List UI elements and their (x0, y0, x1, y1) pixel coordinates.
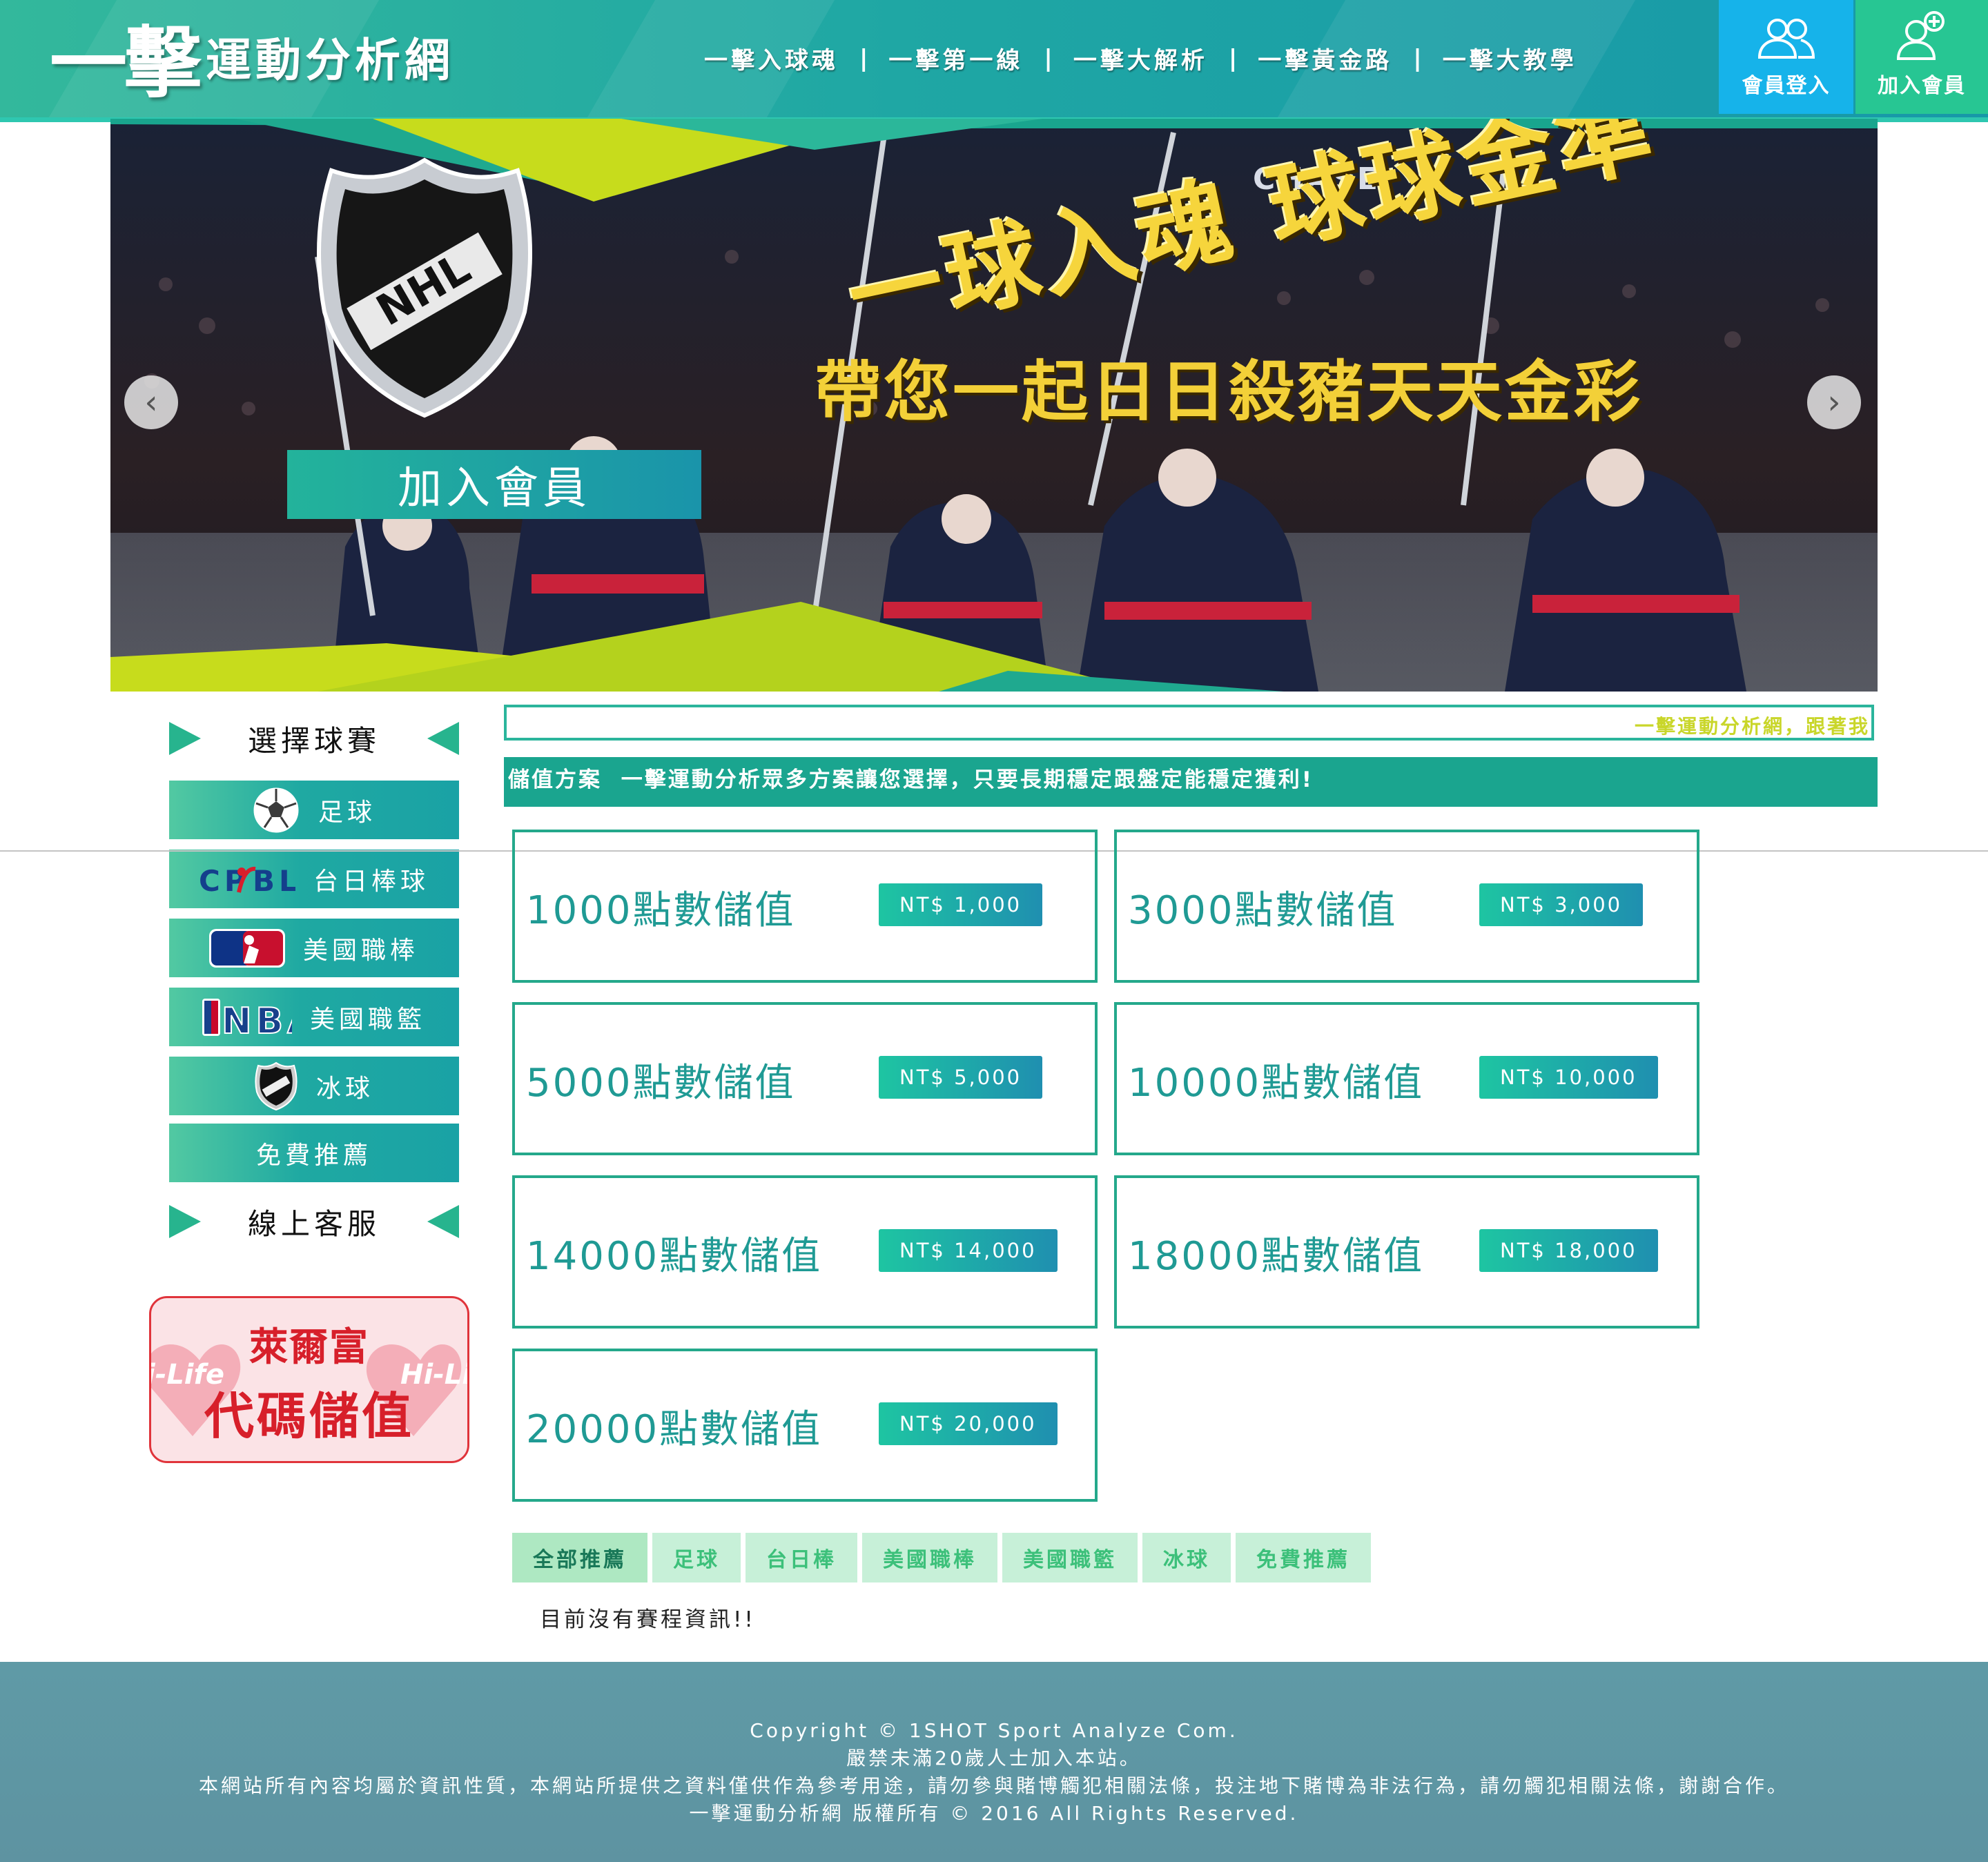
nav-separator: | (859, 44, 868, 72)
sidebar-item-soccer[interactable]: 足球 (169, 781, 459, 839)
plans-title: 儲值方案 (508, 767, 602, 792)
nhl-icon (254, 1061, 298, 1111)
triangle-right-icon (169, 1205, 201, 1238)
next-slide-icon[interactable]: › (1807, 375, 1861, 429)
plan-card-3000[interactable]: 3000點數儲值 NT$ 3,000 (1114, 830, 1699, 983)
sidebar-item-label: 足球 (318, 798, 376, 827)
sidebar-item-label: 台日棒球 (313, 867, 429, 896)
svg-text:NBA: NBA (222, 1001, 292, 1037)
plan-card-5000[interactable]: 5000點數儲值 NT$ 5,000 (512, 1002, 1098, 1155)
nav-link-analysis[interactable]: 一擊大解析 (1073, 41, 1208, 75)
join-member-label: 加入會員 (1878, 74, 1966, 98)
no-schedule-message: 目前沒有賽程資訊!! (540, 1607, 756, 1632)
svg-text:BL: BL (253, 864, 295, 896)
mlb-icon (208, 928, 285, 968)
plan-name: 20000點數儲值 (526, 1407, 823, 1452)
sidebar-item-label: 美國職籃 (309, 1005, 426, 1034)
plan-price-button[interactable]: NT$ 5,000 (879, 1056, 1043, 1099)
sidebar-item-nba[interactable]: NBA 美國職籃 (169, 988, 459, 1046)
tab-hockey[interactable]: 冰球 (1142, 1533, 1231, 1582)
plans-subtitle: 一擊運動分析眾多方案讓您選擇，只要長期穩定跟盤定能穩定獲利! (621, 767, 1314, 792)
sidebar-item-mlb[interactable]: 美國職棒 (169, 919, 459, 977)
footer-disclaimer: 本網站所有內容均屬於資訊性質，本網站所提供之資料僅供作為參考用途，請勿參與賭博觸… (198, 1774, 1789, 1797)
member-login-label: 會員登入 (1742, 74, 1831, 98)
sidebar-item-cpbl[interactable]: CP BL 台日棒球 (169, 850, 459, 908)
soccer-ball-icon (252, 786, 300, 834)
tab-all[interactable]: 全部推薦 (512, 1533, 647, 1582)
sidebar-item-hockey[interactable]: 冰球 (169, 1057, 459, 1115)
plan-price-button[interactable]: NT$ 3,000 (1479, 883, 1644, 926)
plan-card-10000[interactable]: 10000點數儲值 NT$ 10,000 (1114, 1002, 1699, 1155)
plan-name: 10000點數儲值 (1128, 1061, 1425, 1106)
footer-age-warning: 嚴禁未滿20歲人士加入本站。 (846, 1747, 1142, 1770)
hilife-topup-text: 代碼儲值 (204, 1387, 414, 1445)
nav-separator: | (1044, 44, 1053, 72)
plan-price-button[interactable]: NT$ 20,000 (879, 1402, 1058, 1445)
banner-join-button[interactable]: 加入會員 (287, 450, 701, 519)
plan-card-1000[interactable]: 1000點數儲值 NT$ 1,000 (512, 830, 1098, 983)
nav-link-front-line[interactable]: 一擊第一線 (888, 41, 1023, 75)
tab-cpbl[interactable]: 台日棒 (746, 1533, 857, 1582)
plan-name: 1000點數儲值 (526, 888, 796, 933)
select-game-title: 選擇球賽 (247, 723, 380, 758)
plan-price-button[interactable]: NT$ 14,000 (879, 1229, 1058, 1272)
tab-soccer[interactable]: 足球 (652, 1533, 741, 1582)
online-service-heading: 線上客服 (169, 1201, 459, 1242)
sidebar-item-label: 免費推薦 (255, 1141, 372, 1170)
prev-slide-icon[interactable]: ‹ (124, 375, 178, 429)
main-nav: 一擊入球魂 | 一擊第一線 | 一擊大解析 | 一擊黃金路 | 一擊大教學 (704, 41, 1577, 75)
plan-card-18000[interactable]: 18000點數儲值 NT$ 18,000 (1114, 1175, 1699, 1329)
plan-price-button[interactable]: NT$ 18,000 (1479, 1229, 1658, 1272)
plan-name: 18000點數儲值 (1128, 1234, 1425, 1279)
triangle-right-icon (169, 722, 201, 755)
plans-heading-bar: 儲值方案 一擊運動分析眾多方案讓您選擇，只要長期穩定跟盤定能穩定獲利! (504, 757, 1878, 807)
nav-link-tutorial[interactable]: 一擊大教學 (1443, 41, 1577, 75)
logo-text: 運動分析網 (206, 34, 454, 87)
sidebar-item-label: 美國職棒 (302, 936, 419, 965)
hero-banner: NHL CHASE 一球入魂 球球金準 帶您一起日日殺豬天天金彩 加入會員 ‹ … (110, 119, 1878, 692)
recommendation-tabs: 全部推薦 足球 台日棒 美國職棒 美國職籃 冰球 免費推薦 (512, 1533, 1376, 1582)
hilife-brand: 萊爾富 (249, 1325, 369, 1370)
tab-nba[interactable]: 美國職籃 (1002, 1533, 1138, 1582)
triangle-left-icon (427, 722, 459, 755)
nav-separator: | (1228, 44, 1238, 72)
users-icon (1757, 19, 1815, 59)
footer-rights: 一擊運動分析網 版權所有 © 2016 All Rights Reserved. (689, 1802, 1299, 1825)
plan-card-20000[interactable]: 20000點數儲值 NT$ 20,000 (512, 1349, 1098, 1502)
select-game-heading: 選擇球賽 (169, 718, 459, 759)
triangle-left-icon (427, 1205, 459, 1238)
tab-free-picks[interactable]: 免費推薦 (1236, 1533, 1371, 1582)
sidebar-item-free-picks[interactable]: 免費推薦 (169, 1124, 459, 1182)
news-ticker: 一擊運動分析網，跟著我 (504, 705, 1874, 741)
member-login-button[interactable]: 會員登入 (1719, 0, 1853, 114)
site-header: 一擊 運動分析網 一擊入球魂 | 一擊第一線 | 一擊大解析 | 一擊黃金路 |… (0, 0, 1988, 122)
plan-price-button[interactable]: NT$ 1,000 (879, 883, 1043, 926)
site-logo[interactable]: 一擊 運動分析網 (50, 15, 454, 108)
plan-card-14000[interactable]: 14000點數儲值 NT$ 14,000 (512, 1175, 1098, 1329)
hilife-topup-banner[interactable]: i-Life Hi-Li 萊爾富 代碼儲值 (149, 1296, 469, 1463)
site-footer: Copyright © 1SHOT Sport Analyze Com. 嚴禁未… (0, 1662, 1988, 1862)
add-user-icon (1896, 11, 1945, 60)
join-member-button[interactable]: 加入會員 (1855, 0, 1988, 114)
online-service-title: 線上客服 (247, 1206, 380, 1241)
banner-slogan-sub: 帶您一起日日殺豬天天金彩 (815, 353, 1643, 431)
plan-price-button[interactable]: NT$ 10,000 (1479, 1056, 1658, 1099)
plan-name: 5000點數儲值 (526, 1061, 796, 1106)
nav-separator: | (1413, 44, 1422, 72)
tab-mlb[interactable]: 美國職棒 (862, 1533, 997, 1582)
logo-mark: 一擊 (50, 18, 202, 108)
plan-name: 14000點數儲值 (526, 1234, 823, 1279)
footer-copyright: Copyright © 1SHOT Sport Analyze Com. (750, 1719, 1238, 1742)
cpbl-icon: CP BL (199, 862, 295, 896)
nba-icon: NBA (202, 997, 292, 1037)
ticker-text: 一擊運動分析網，跟著我 (1634, 715, 1870, 738)
sidebar-item-label: 冰球 (315, 1074, 374, 1103)
plan-name: 3000點數儲值 (1128, 888, 1398, 933)
nav-link-ball-soul[interactable]: 一擊入球魂 (704, 41, 839, 75)
nav-link-golden-road[interactable]: 一擊黃金路 (1258, 41, 1392, 75)
